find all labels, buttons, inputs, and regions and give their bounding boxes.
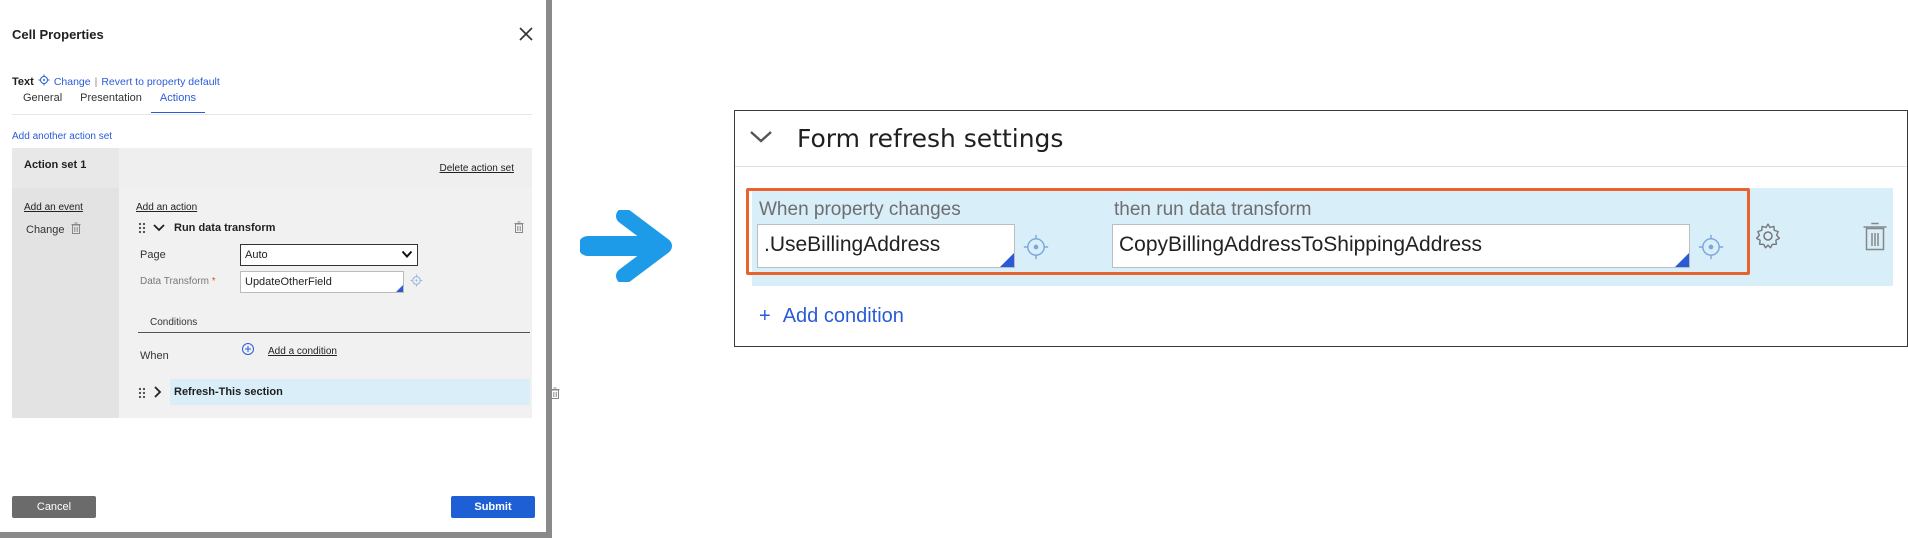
action-row: Run data transform (138, 220, 528, 238)
revert-link[interactable]: Revert to property default (101, 76, 219, 88)
change-link[interactable]: Change (54, 76, 91, 88)
link-separator: | (94, 75, 98, 88)
page-label: Page (140, 249, 166, 261)
target-icon[interactable] (1022, 233, 1050, 266)
form-refresh-title: Form refresh settings (797, 124, 1064, 153)
when-property-label: When property changes (759, 199, 961, 220)
drag-handle-icon[interactable] (138, 222, 146, 237)
target-icon[interactable] (410, 274, 423, 292)
data-transform-input[interactable]: UpdateOtherField (240, 271, 404, 293)
delete-action-set-link[interactable]: Delete action set (440, 163, 515, 174)
tab-presentation[interactable]: Presentation (71, 92, 151, 113)
action-set-sidebar (12, 148, 119, 418)
action-set-title: Action set 1 (24, 159, 87, 171)
autocomplete-corner-icon (396, 285, 403, 292)
event-label: Change (26, 223, 65, 236)
data-transform-label-text: Data Transform (140, 276, 209, 287)
screenshot-stage: Cell Properties Text Change | Revert to … (0, 0, 1908, 538)
form-refresh-settings-panel: Form refresh settings When property chan… (734, 110, 1908, 347)
autocomplete-corner-icon (1000, 253, 1014, 267)
add-action-set-link[interactable]: Add another action set (12, 131, 112, 142)
panel-divider (735, 166, 1907, 167)
data-transform-label: Data Transform * (140, 276, 216, 287)
target-icon[interactable] (1697, 233, 1725, 266)
when-property-value: .UseBillingAddress (764, 233, 941, 256)
arrow-right-icon (578, 208, 676, 287)
cancel-button[interactable]: Cancel (12, 496, 96, 518)
chevron-down-icon (401, 249, 413, 262)
conditions-label: Conditions (150, 317, 198, 328)
refresh-action-label: Refresh-This section (174, 386, 283, 398)
page-select-value: Auto (245, 249, 268, 261)
tab-general[interactable]: General (14, 92, 71, 113)
add-condition-label: Add condition (782, 305, 904, 327)
chevron-down-icon[interactable] (152, 222, 166, 237)
trash-icon[interactable] (71, 222, 81, 237)
property-line: Text Change | Revert to property default (12, 74, 220, 89)
action-set-header: Action set 1 Delete action set (12, 148, 532, 188)
close-icon[interactable] (516, 24, 536, 44)
add-condition-button[interactable]: + Add condition (759, 305, 904, 328)
then-transform-input[interactable]: CopyBillingAddressToShippingAddress (1112, 224, 1690, 268)
autocomplete-corner-icon (1675, 253, 1689, 267)
then-transform-value: CopyBillingAddressToShippingAddress (1119, 233, 1483, 256)
cell-properties-dialog: Cell Properties Text Change | Revert to … (0, 0, 560, 532)
action-set-panel: Action set 1 Delete action set Add an ev… (12, 148, 560, 418)
trash-icon[interactable] (550, 386, 560, 404)
trash-icon[interactable] (514, 221, 524, 236)
add-action-link[interactable]: Add an action (136, 202, 197, 213)
submit-button[interactable]: Submit (451, 496, 535, 518)
add-event-link[interactable]: Add an event (24, 202, 83, 213)
property-label: Text (12, 75, 34, 88)
trash-icon[interactable] (1862, 221, 1888, 256)
when-label: When (140, 350, 169, 362)
dialog-title: Cell Properties (12, 27, 104, 42)
conditions-divider (138, 332, 530, 333)
refresh-action-item[interactable]: Refresh-This section (170, 379, 560, 405)
add-condition-plus: + (759, 305, 771, 327)
page-select[interactable]: Auto (240, 244, 418, 266)
then-transform-label: then run data transform (1114, 199, 1312, 220)
event-item[interactable]: Change (26, 222, 81, 237)
gear-icon[interactable] (1753, 221, 1783, 256)
tab-actions[interactable]: Actions (150, 92, 205, 113)
target-icon[interactable] (38, 74, 50, 89)
drag-handle-icon[interactable] (138, 386, 146, 404)
add-circle-icon[interactable] (241, 342, 255, 361)
required-marker: * (211, 276, 216, 287)
chevron-right-icon[interactable] (152, 385, 164, 404)
dialog-tabs: General Presentation Actions (14, 92, 205, 113)
refresh-action-row: Refresh-This section (138, 379, 560, 405)
when-property-input[interactable]: .UseBillingAddress (757, 224, 1015, 268)
tabs-divider (12, 114, 532, 115)
chevron-down-icon[interactable] (747, 127, 775, 152)
data-transform-value: UpdateOtherField (245, 276, 332, 288)
add-condition-link[interactable]: Add a condition (268, 346, 337, 357)
action-label: Run data transform (174, 222, 276, 234)
